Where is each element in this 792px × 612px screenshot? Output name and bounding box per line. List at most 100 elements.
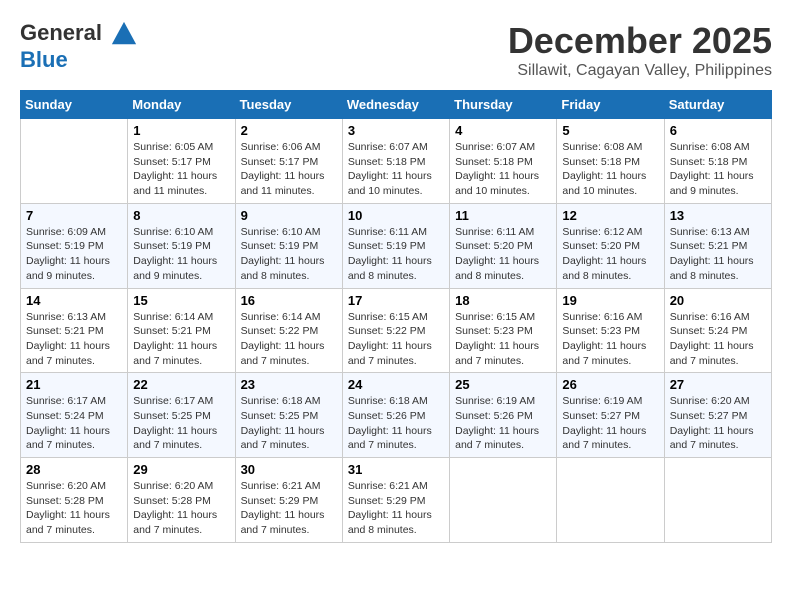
cell-2-5: 19 Sunrise: 6:16 AMSunset: 5:23 PMDayligh… xyxy=(557,288,664,373)
day-number: 1 xyxy=(133,123,229,138)
cell-2-0: 14 Sunrise: 6:13 AMSunset: 5:21 PMDayligh… xyxy=(21,288,128,373)
cell-0-6: 6Sunrise: 6:08 AMSunset: 5:18 PMDaylight… xyxy=(664,119,771,204)
cell-info: Sunrise: 6:18 AMSunset: 5:25 PMDaylight:… xyxy=(241,394,337,453)
cell-3-6: 27Sunrise: 6:20 AMSunset: 5:27 PMDayligh… xyxy=(664,373,771,458)
day-number: 6 xyxy=(670,123,766,138)
header-wednesday: Wednesday xyxy=(342,91,449,119)
day-number: 12 xyxy=(562,208,658,223)
day-number: 17 xyxy=(348,293,444,308)
logo-blue: Blue xyxy=(20,48,140,72)
day-number: 21 xyxy=(26,377,122,392)
week-row-4: 21 Sunrise: 6:17 AMSunset: 5:24 PMDayligh… xyxy=(21,373,772,458)
cell-info: Sunrise: 6:12 AMSunset: 5:20 PMDaylight:… xyxy=(562,225,658,284)
cell-info: Sunrise: 6:14 AMSunset: 5:21 PMDaylight:… xyxy=(133,310,229,369)
cell-0-2: 2Sunrise: 6:06 AMSunset: 5:17 PMDaylight… xyxy=(235,119,342,204)
cell-info: Sunrise: 6:16 AMSunset: 5:23 PMDaylight:… xyxy=(562,310,658,369)
cell-0-4: 4 Sunrise: 6:07 AMSunset: 5:18 PMDaylight… xyxy=(450,119,557,204)
calendar-header-row: Sunday Monday Tuesday Wednesday Thursday… xyxy=(21,91,772,119)
cell-info: Sunrise: 6:14 AMSunset: 5:22 PMDaylight:… xyxy=(241,310,337,369)
cell-info: Sunrise: 6:13 AMSunset: 5:21 PMDaylight:… xyxy=(26,310,122,369)
cell-1-1: 8Sunrise: 6:10 AMSunset: 5:19 PMDaylight… xyxy=(128,203,235,288)
cell-2-2: 16 Sunrise: 6:14 AMSunset: 5:22 PMDayligh… xyxy=(235,288,342,373)
week-row-3: 14 Sunrise: 6:13 AMSunset: 5:21 PMDayligh… xyxy=(21,288,772,373)
cell-info: Sunrise: 6:07 AMSunset: 5:18 PMDaylight:… xyxy=(348,140,444,199)
day-number: 28 xyxy=(26,462,122,477)
header-saturday: Saturday xyxy=(664,91,771,119)
cell-info: Sunrise: 6:19 AMSunset: 5:26 PMDaylight:… xyxy=(455,394,551,453)
day-number: 29 xyxy=(133,462,229,477)
cell-info: Sunrise: 6:21 AMSunset: 5:29 PMDaylight:… xyxy=(348,479,444,538)
day-number: 11 xyxy=(455,208,551,223)
cell-1-6: 13 Sunrise: 6:13 AMSunset: 5:21 PMDayligh… xyxy=(664,203,771,288)
cell-info: Sunrise: 6:15 AMSunset: 5:23 PMDaylight:… xyxy=(455,310,551,369)
cell-4-0: 28 Sunrise: 6:20 AMSunset: 5:28 PMDayligh… xyxy=(21,458,128,543)
day-number: 4 xyxy=(455,123,551,138)
cell-info: Sunrise: 6:10 AMSunset: 5:19 PMDaylight:… xyxy=(133,225,229,284)
logo: General Blue xyxy=(20,20,140,72)
cell-0-1: 1 Sunrise: 6:05 AMSunset: 5:17 PMDaylight… xyxy=(128,119,235,204)
cell-info: Sunrise: 6:13 AMSunset: 5:21 PMDaylight:… xyxy=(670,225,766,284)
cell-1-0: 7 Sunrise: 6:09 AMSunset: 5:19 PMDaylight… xyxy=(21,203,128,288)
cell-4-4 xyxy=(450,458,557,543)
week-row-2: 7 Sunrise: 6:09 AMSunset: 5:19 PMDaylight… xyxy=(21,203,772,288)
day-number: 31 xyxy=(348,462,444,477)
cell-info: Sunrise: 6:19 AMSunset: 5:27 PMDaylight:… xyxy=(562,394,658,453)
cell-1-5: 12 Sunrise: 6:12 AMSunset: 5:20 PMDayligh… xyxy=(557,203,664,288)
day-number: 27 xyxy=(670,377,766,392)
month-title: December 2025 xyxy=(508,20,772,62)
cell-info: Sunrise: 6:07 AMSunset: 5:18 PMDaylight:… xyxy=(455,140,551,199)
cell-3-0: 21 Sunrise: 6:17 AMSunset: 5:24 PMDayligh… xyxy=(21,373,128,458)
cell-1-2: 9 Sunrise: 6:10 AMSunset: 5:19 PMDaylight… xyxy=(235,203,342,288)
cell-1-3: 10 Sunrise: 6:11 AMSunset: 5:19 PMDayligh… xyxy=(342,203,449,288)
day-number: 18 xyxy=(455,293,551,308)
day-number: 16 xyxy=(241,293,337,308)
day-number: 9 xyxy=(241,208,337,223)
day-number: 13 xyxy=(670,208,766,223)
cell-3-3: 24Sunrise: 6:18 AMSunset: 5:26 PMDayligh… xyxy=(342,373,449,458)
day-number: 30 xyxy=(241,462,337,477)
cell-3-5: 26 Sunrise: 6:19 AMSunset: 5:27 PMDayligh… xyxy=(557,373,664,458)
cell-2-3: 17Sunrise: 6:15 AMSunset: 5:22 PMDayligh… xyxy=(342,288,449,373)
cell-4-2: 30Sunrise: 6:21 AMSunset: 5:29 PMDayligh… xyxy=(235,458,342,543)
calendar-table: Sunday Monday Tuesday Wednesday Thursday… xyxy=(20,90,772,543)
cell-info: Sunrise: 6:05 AMSunset: 5:17 PMDaylight:… xyxy=(133,140,229,199)
cell-0-0 xyxy=(21,119,128,204)
day-number: 23 xyxy=(241,377,337,392)
day-number: 15 xyxy=(133,293,229,308)
day-number: 25 xyxy=(455,377,551,392)
cell-info: Sunrise: 6:10 AMSunset: 5:19 PMDaylight:… xyxy=(241,225,337,284)
day-number: 14 xyxy=(26,293,122,308)
cell-2-1: 15 Sunrise: 6:14 AMSunset: 5:21 PMDayligh… xyxy=(128,288,235,373)
cell-0-3: 3Sunrise: 6:07 AMSunset: 5:18 PMDaylight… xyxy=(342,119,449,204)
cell-4-6 xyxy=(664,458,771,543)
day-number: 10 xyxy=(348,208,444,223)
cell-info: Sunrise: 6:09 AMSunset: 5:19 PMDaylight:… xyxy=(26,225,122,284)
cell-info: Sunrise: 6:20 AMSunset: 5:28 PMDaylight:… xyxy=(133,479,229,538)
cell-info: Sunrise: 6:11 AMSunset: 5:19 PMDaylight:… xyxy=(348,225,444,284)
cell-info: Sunrise: 6:06 AMSunset: 5:17 PMDaylight:… xyxy=(241,140,337,199)
cell-3-4: 25 Sunrise: 6:19 AMSunset: 5:26 PMDayligh… xyxy=(450,373,557,458)
logo-general: General xyxy=(20,20,102,45)
cell-2-6: 20Sunrise: 6:16 AMSunset: 5:24 PMDayligh… xyxy=(664,288,771,373)
header-thursday: Thursday xyxy=(450,91,557,119)
cell-3-1: 22Sunrise: 6:17 AMSunset: 5:25 PMDayligh… xyxy=(128,373,235,458)
cell-1-4: 11Sunrise: 6:11 AMSunset: 5:20 PMDayligh… xyxy=(450,203,557,288)
cell-3-2: 23 Sunrise: 6:18 AMSunset: 5:25 PMDayligh… xyxy=(235,373,342,458)
header-friday: Friday xyxy=(557,91,664,119)
header-sunday: Sunday xyxy=(21,91,128,119)
cell-info: Sunrise: 6:17 AMSunset: 5:24 PMDaylight:… xyxy=(26,394,122,453)
cell-info: Sunrise: 6:17 AMSunset: 5:25 PMDaylight:… xyxy=(133,394,229,453)
cell-4-5 xyxy=(557,458,664,543)
day-number: 19 xyxy=(562,293,658,308)
day-number: 7 xyxy=(26,208,122,223)
cell-4-1: 29 Sunrise: 6:20 AMSunset: 5:28 PMDayligh… xyxy=(128,458,235,543)
page-container: General Blue December 2025 Sillawit, Cag… xyxy=(20,20,772,543)
cell-info: Sunrise: 6:20 AMSunset: 5:28 PMDaylight:… xyxy=(26,479,122,538)
day-number: 26 xyxy=(562,377,658,392)
cell-0-5: 5Sunrise: 6:08 AMSunset: 5:18 PMDaylight… xyxy=(557,119,664,204)
cell-4-3: 31 Sunrise: 6:21 AMSunset: 5:29 PMDayligh… xyxy=(342,458,449,543)
location-title: Sillawit, Cagayan Valley, Philippines xyxy=(508,62,772,80)
week-row-5: 28 Sunrise: 6:20 AMSunset: 5:28 PMDayligh… xyxy=(21,458,772,543)
cell-info: Sunrise: 6:18 AMSunset: 5:26 PMDaylight:… xyxy=(348,394,444,453)
cell-info: Sunrise: 6:16 AMSunset: 5:24 PMDaylight:… xyxy=(670,310,766,369)
